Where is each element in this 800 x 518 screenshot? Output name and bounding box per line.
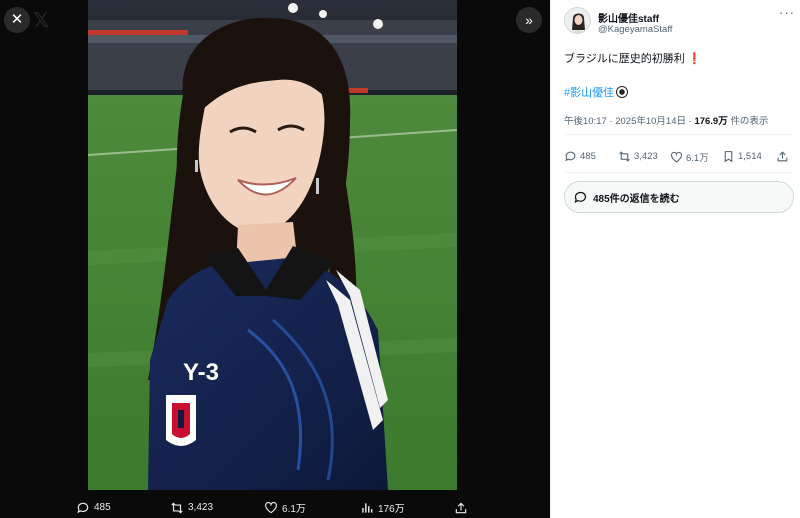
soccer-ball-icon xyxy=(616,86,629,98)
tweet-text: ブラジルに歴史的初勝利 ❗ xyxy=(564,50,702,66)
jersey-logo: Y-3 xyxy=(183,359,219,386)
photo-illustration: Y-3 xyxy=(88,0,457,490)
more-icon[interactable]: ··· xyxy=(779,5,795,20)
viewer-share-button[interactable] xyxy=(454,497,468,518)
x-logo-icon: 𝕏 xyxy=(33,10,50,32)
viewer-reply-button[interactable]: 485 xyxy=(76,497,111,518)
reply-button[interactable]: 485 xyxy=(564,150,596,163)
hashtag-link[interactable]: #影山優佳 xyxy=(564,84,629,100)
media-viewer: ✕ 𝕏 » Y-3 485 3,423 6.1万 176万 xyxy=(0,0,550,518)
retweet-button[interactable]: 3,423 xyxy=(618,150,658,163)
tweet-photo[interactable]: Y-3 xyxy=(88,0,457,490)
expand-button[interactable]: » xyxy=(516,7,542,33)
viewer-like-count: 6.1万 xyxy=(282,504,306,515)
retweet-icon xyxy=(619,151,630,162)
viewer-view-count: 176万 xyxy=(378,504,405,515)
share-button[interactable] xyxy=(776,150,789,163)
share-icon xyxy=(777,151,788,162)
retweet-count: 3,423 xyxy=(634,151,658,162)
read-replies-button[interactable]: 485件の返信を読む xyxy=(564,181,794,213)
close-icon: ✕ xyxy=(10,11,24,28)
divider xyxy=(564,172,794,173)
reply-icon xyxy=(77,502,89,513)
expand-icon: » xyxy=(525,12,533,28)
viewer-like-button[interactable]: 6.1万 xyxy=(264,497,306,518)
tweet-views-suffix: 件の表示 xyxy=(727,116,769,127)
divider xyxy=(564,134,794,135)
like-count: 6.1万 xyxy=(686,153,709,164)
avatar-image xyxy=(565,8,590,33)
avatar[interactable] xyxy=(564,7,591,34)
author-handle[interactable]: @KageyamaStaff xyxy=(598,24,672,35)
viewer-views-button[interactable]: 176万 xyxy=(360,497,405,518)
reply-count: 485 xyxy=(580,151,596,162)
close-button[interactable]: ✕ xyxy=(4,7,30,33)
bookmark-button[interactable]: 1,514 xyxy=(722,150,762,163)
tweet-stats: 485 3,423 6.1万 1,514 xyxy=(564,150,794,164)
viewer-retweet-count: 3,423 xyxy=(188,502,214,513)
like-icon xyxy=(265,501,277,513)
exclamation-emoji: ❗ xyxy=(687,53,702,65)
like-icon xyxy=(671,151,682,162)
reply-icon xyxy=(574,191,587,203)
author-name[interactable]: 影山優佳staff xyxy=(598,10,659,25)
reply-icon xyxy=(565,151,576,162)
read-replies-label: 485件の返信を読む xyxy=(593,193,680,205)
bookmark-icon xyxy=(724,151,733,163)
tweet-meta: 午後10:17 · 2025年10月14日 · 176.9万 件の表示 xyxy=(564,113,768,127)
bookmark-count: 1,514 xyxy=(738,151,762,162)
tweet-view-count: 176.9万 xyxy=(694,116,728,127)
share-icon xyxy=(455,502,467,513)
viewer-reply-count: 485 xyxy=(94,502,111,513)
viewer-action-bar: 485 3,423 6.1万 176万 xyxy=(0,497,550,518)
hashtag-text: #影山優佳 xyxy=(564,87,615,99)
viewer-retweet-button[interactable]: 3,423 xyxy=(170,497,213,518)
like-button[interactable]: 6.1万 xyxy=(670,150,709,164)
tweet-panel: 影山優佳staff @KageyamaStaff ··· ブラジルに歴史的初勝利… xyxy=(550,0,800,518)
retweet-icon xyxy=(171,502,183,513)
tweet-text-body: ブラジルに歴史的初勝利 xyxy=(564,53,685,65)
views-icon xyxy=(362,502,373,513)
tweet-timestamp[interactable]: 午後10:17 · 2025年10月14日 · xyxy=(564,116,694,127)
